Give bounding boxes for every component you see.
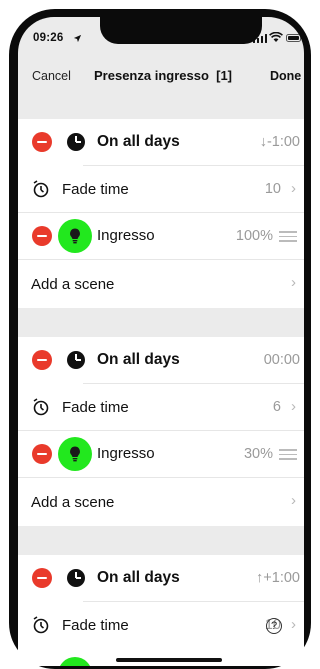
scene-level: 100% — [235, 228, 273, 244]
bulb-icon — [58, 657, 92, 666]
bulb-icon — [58, 437, 92, 471]
fade-timer-icon — [33, 616, 49, 634]
battery-icon — [286, 34, 301, 42]
add-scene-row[interactable]: Add a scene › — [18, 260, 304, 308]
fade-time-label: Fade time — [62, 399, 129, 416]
camera-notch — [100, 17, 262, 44]
clock-icon — [67, 133, 85, 151]
minus-circle-icon[interactable] — [32, 444, 52, 464]
scene-name: Ingresso — [97, 445, 155, 462]
minus-circle-icon[interactable] — [32, 568, 52, 588]
fade-time-row[interactable]: Fade time 6 › — [18, 384, 304, 431]
fade-time-value: 10 — [264, 181, 281, 197]
drag-handle-icon[interactable] — [279, 231, 297, 242]
fade-time-row[interactable]: Fade time 10 › — [18, 602, 304, 649]
bulb-icon — [58, 219, 92, 253]
cancel-button[interactable]: Cancel — [32, 69, 71, 83]
status-time: 09:26 — [33, 32, 64, 44]
add-scene-label: Add a scene — [31, 494, 115, 511]
chevron-right-icon: › — [291, 398, 296, 415]
schedule-row[interactable]: On all days ↑+1:00 — [18, 555, 304, 602]
fade-time-label: Fade time — [62, 617, 129, 634]
clock-icon — [67, 351, 85, 369]
clock-icon — [67, 569, 85, 587]
fade-timer-icon — [33, 398, 49, 416]
chevron-right-icon: › — [291, 180, 296, 197]
scene-row[interactable]: Ingresso 100% — [18, 213, 304, 260]
schedule-label: On all days — [97, 569, 180, 586]
schedule-offset: 00:00 — [263, 352, 300, 368]
add-scene-label: Add a scene — [31, 276, 115, 293]
location-arrow-icon — [73, 34, 82, 43]
wifi-icon — [269, 32, 283, 42]
help-icon[interactable]: ? — [266, 618, 282, 634]
minus-circle-icon[interactable] — [32, 350, 52, 370]
fade-time-value: 6 — [272, 399, 281, 415]
schedule-offset: ↓-1:00 — [259, 134, 300, 150]
schedule-label: On all days — [97, 133, 180, 150]
schedule-section-2: On all days 00:00 Fade time 6 › Ingresso… — [18, 337, 304, 526]
fade-time-label: Fade time — [62, 181, 129, 198]
schedule-section-3: On all days ↑+1:00 Fade time 10 › — [18, 555, 304, 666]
add-scene-row[interactable]: Add a scene › — [18, 478, 304, 526]
scene-row[interactable]: Ingresso 30% — [18, 431, 304, 478]
schedule-row[interactable]: On all days ↓-1:00 — [18, 119, 304, 166]
schedule-section-1: On all days ↓-1:00 Fade time 10 › Ingres… — [18, 119, 304, 308]
home-indicator[interactable] — [116, 658, 222, 662]
schedule-row[interactable]: On all days 00:00 — [18, 337, 304, 384]
nav-bar: Cancel Presenza ingresso [1] Done — [18, 61, 304, 93]
chevron-right-icon: › — [291, 492, 296, 509]
schedule-label: On all days — [97, 351, 180, 368]
page-title: Presenza ingresso [1] — [94, 68, 232, 83]
scene-level: 30% — [243, 446, 273, 462]
minus-circle-icon[interactable] — [32, 132, 52, 152]
minus-circle-icon[interactable] — [32, 226, 52, 246]
chevron-right-icon: › — [291, 274, 296, 291]
drag-handle-icon[interactable] — [279, 449, 297, 460]
scene-name: Ingresso — [97, 227, 155, 244]
fade-timer-icon — [33, 180, 49, 198]
app-screen: 09:26 Cancel Presenza ingresso [1] Done … — [18, 17, 304, 666]
fade-time-row[interactable]: Fade time 10 › — [18, 166, 304, 213]
chevron-right-icon: › — [291, 616, 296, 633]
schedule-offset: ↑+1:00 — [256, 570, 300, 586]
done-button[interactable]: Done — [270, 69, 304, 83]
